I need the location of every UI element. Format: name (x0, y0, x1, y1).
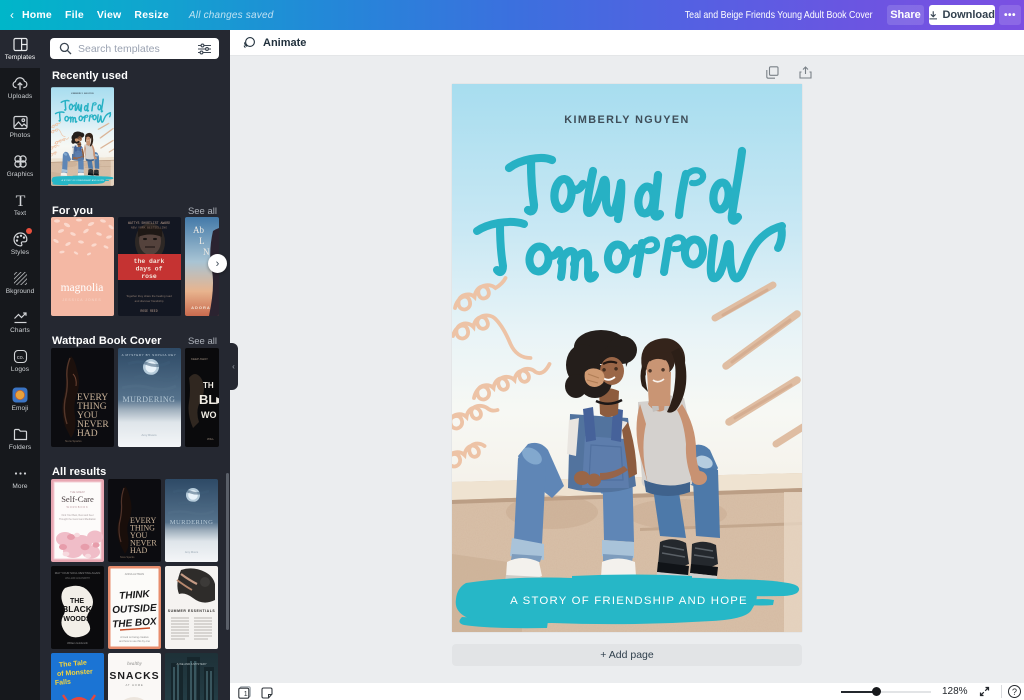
svg-text:NEW YORK BESTSELLING: NEW YORK BESTSELLING (131, 227, 167, 230)
svg-text:ROSE REED: ROSE REED (140, 309, 157, 313)
svg-text:1: 1 (244, 691, 248, 698)
svg-text:Falls: Falls (55, 679, 72, 687)
svg-text:N: N (203, 247, 210, 257)
svg-text:Amy Rivers: Amy Rivers (141, 433, 157, 437)
svg-text:TH: TH (203, 381, 214, 390)
svg-text:BLACK: BLACK (62, 604, 93, 614)
svg-text:William Goldsmith: William Goldsmith (67, 641, 88, 645)
svg-text:HAD: HAD (130, 546, 148, 555)
svg-text:ADORA: ADORA (191, 305, 211, 310)
svg-text:JUNE AND A MYSTERY: JUNE AND A MYSTERY (176, 662, 207, 666)
svg-text:Self-Care: Self-Care (61, 494, 94, 504)
svg-text:Nora Sparks: Nora Sparks (120, 555, 135, 559)
svg-text:WILL: WILL (207, 437, 214, 441)
svg-text:HAD: HAD (77, 429, 98, 439)
svg-text:MAY YOUR SOUL RESTING AGAIN: MAY YOUR SOUL RESTING AGAIN (55, 571, 100, 575)
svg-text:ANNA ALTMAN: ANNA ALTMAN (125, 572, 144, 576)
svg-text:Find Your Best, Rest and Feel: Find Your Best, Rest and Feel (62, 514, 94, 517)
svg-text:BL▸: BL▸ (199, 392, 219, 407)
svg-text:healthy: healthy (127, 662, 142, 667)
svg-text:OUTSIDE: OUTSIDE (112, 603, 157, 616)
svg-text:AT HOME: AT HOME (125, 683, 143, 687)
svg-text:L: L (199, 236, 205, 246)
svg-text:co.: co. (16, 354, 24, 360)
svg-text:magnolia: magnolia (61, 282, 104, 294)
svg-text:MURDERING: MURDERING (170, 519, 214, 526)
svg-text:Together they share the healin: Together they share the healing road (126, 294, 172, 298)
svg-text:KEEP AWAY: KEEP AWAY (191, 357, 208, 361)
svg-text:Ab: Ab (193, 225, 204, 235)
svg-text:T: T (15, 193, 25, 208)
svg-text:WILLIAM GOLDSMITH: WILLIAM GOLDSMITH (65, 577, 90, 580)
svg-text:JESSICA JONES: JESSICA JONES (62, 298, 101, 302)
svg-text:SNACKS: SNACKS (109, 670, 159, 682)
svg-text:WO: WO (201, 410, 217, 420)
svg-text:KIMBERLY NGUYEN: KIMBERLY NGUYEN (564, 114, 689, 126)
svg-text:days of: days of (136, 266, 163, 273)
svg-text:A MYSTERY BY SOPHIA REY: A MYSTERY BY SOPHIA REY (122, 353, 177, 357)
svg-text:Thought the Good Land Meditati: Thought the Good Land Meditation (59, 518, 97, 521)
svg-text:rose: rose (141, 273, 157, 280)
svg-text:THINK: THINK (119, 589, 151, 602)
svg-text:and how to use this by one: and how to use this by one (119, 639, 150, 643)
svg-text:the dark: the dark (134, 258, 165, 265)
svg-text:WOODS: WOODS (63, 616, 91, 623)
svg-text:A book on being creative: A book on being creative (120, 635, 149, 639)
svg-text:Amy Rivers: Amy Rivers (185, 550, 199, 554)
svg-text:and discover friendship: and discover friendship (135, 299, 164, 303)
svg-text:MURDERING: MURDERING (123, 395, 176, 404)
svg-text:WATTYS SHORTLIST AWARD: WATTYS SHORTLIST AWARD (128, 221, 170, 225)
svg-text:SUMMER ESSENTIALS: SUMMER ESSENTIALS (168, 609, 216, 613)
svg-text:Nora Sparks: Nora Sparks (65, 439, 82, 443)
svg-text:WORKBOOK: WORKBOOK (67, 505, 89, 509)
svg-text:A STORY OF FRIENDSHIP AND HOPE: A STORY OF FRIENDSHIP AND HOPE (510, 595, 748, 607)
